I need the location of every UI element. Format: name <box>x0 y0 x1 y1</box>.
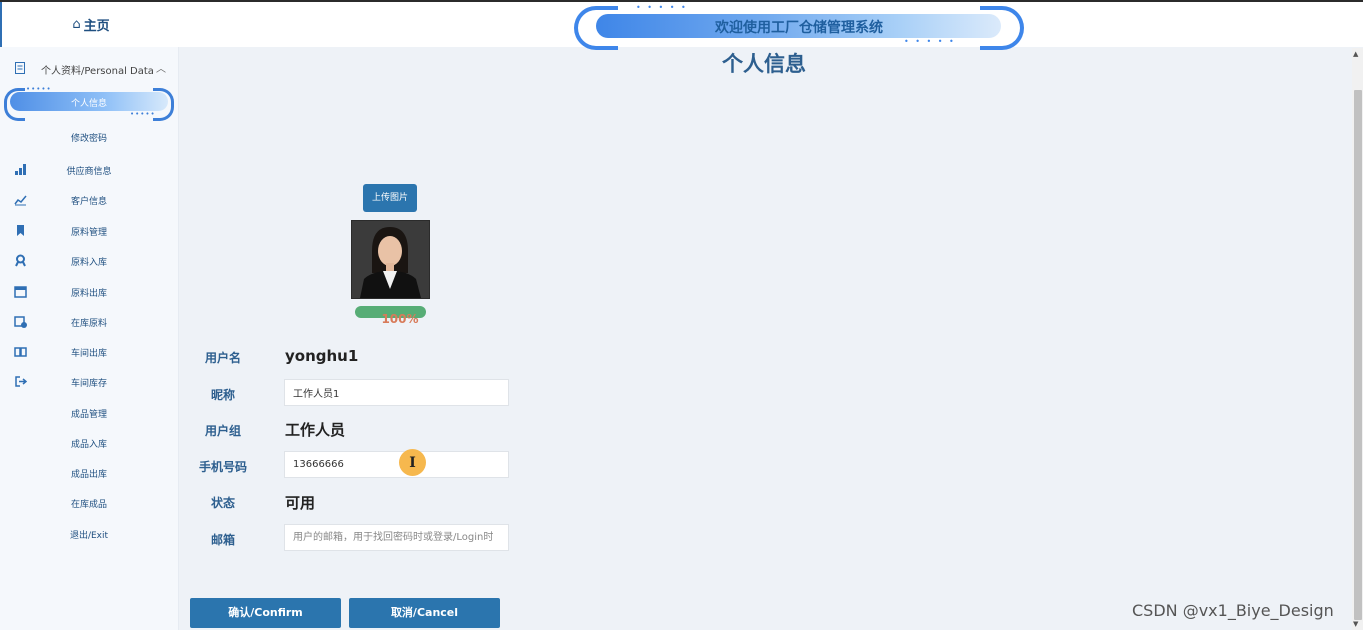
sidebar-item-product-out[interactable]: 成品出库 <box>0 463 178 483</box>
sidebar-item-change-password[interactable]: 修改密码 <box>0 127 178 147</box>
sidebar-item-label: 在库原料 <box>70 319 107 329</box>
sidebar-item-supplier[interactable]: 供应商信息 <box>0 160 178 180</box>
sidebar-item-label: 退出/Exit <box>69 531 109 541</box>
sidebar: ⌂ 主页 个人资料/Personal Data ︿ ••••• ••••• 个人… <box>0 2 180 630</box>
home-icon: ⌂ <box>72 17 81 32</box>
sidebar-item-product-in[interactable]: 成品入库 <box>0 433 178 453</box>
avatar <box>351 220 430 299</box>
upload-image-button[interactable]: 上传图片 <box>363 184 417 212</box>
sidebar-item-label: 成品出库 <box>70 470 107 480</box>
username-value: yonghu1 <box>285 347 359 365</box>
sidebar-item-label: 在库成品 <box>70 500 107 510</box>
user-group-label: 用户组 <box>204 424 241 438</box>
email-input[interactable] <box>284 524 509 551</box>
sidebar-item-label: 原料出库 <box>70 289 107 299</box>
sidebar-item-label: 供应商信息 <box>66 167 112 177</box>
scroll-down-arrow-icon[interactable]: ▼ <box>1353 620 1358 628</box>
phone-input[interactable] <box>284 451 509 478</box>
email-label: 邮箱 <box>210 533 235 547</box>
sidebar-item-material-stock[interactable]: 在库原料 <box>0 312 178 332</box>
sidebar-item-material-out[interactable]: 原料出库 <box>0 282 178 302</box>
sidebar-item-label: 个人信息 <box>70 99 107 109</box>
upload-progress-text: 100% <box>381 312 419 326</box>
sidebar-item-label: 车间出库 <box>70 349 107 359</box>
sidebar-item-label: 车间库存 <box>70 379 107 389</box>
phone-label: 手机号码 <box>198 460 247 474</box>
decor-dots: ••••• <box>130 110 156 118</box>
sidebar-item-customer[interactable]: 客户信息 <box>0 190 178 210</box>
scroll-up-arrow-icon[interactable]: ▲ <box>1353 50 1358 58</box>
sidebar-item-label: 成品管理 <box>70 410 107 420</box>
decor-dots: • • • • • <box>904 37 956 46</box>
status-value: 可用 <box>285 494 316 512</box>
sidebar-item-material[interactable]: 原料管理 <box>0 221 178 241</box>
sidebar-home-label: 主页 <box>83 19 110 34</box>
sidebar-item-product-stock[interactable]: 在库成品 <box>0 493 178 513</box>
cancel-button[interactable]: 取消/Cancel <box>349 598 500 628</box>
page-title: 个人信息 <box>722 52 806 76</box>
chevron-up-icon[interactable]: ︿ <box>156 60 166 75</box>
user-group-value: 工作人员 <box>285 421 346 439</box>
status-label: 状态 <box>210 496 235 510</box>
nickname-label: 昵称 <box>210 388 235 402</box>
confirm-button[interactable]: 确认/Confirm <box>190 598 341 628</box>
sidebar-item-workshop-out[interactable]: 车间出库 <box>0 342 178 362</box>
sidebar-group-label: 个人资料/Personal Data <box>41 66 154 77</box>
decor-dots: • • • • • <box>636 3 688 12</box>
sidebar-item-workshop-stock[interactable]: 车间库存 <box>0 372 178 392</box>
username-label: 用户名 <box>204 351 241 365</box>
sidebar-item-label: 成品入库 <box>70 440 107 450</box>
banner-title: 欢迎使用工厂仓储管理系统 <box>715 20 883 36</box>
sidebar-item-product[interactable]: 成品管理 <box>0 403 178 423</box>
watermark: CSDN @vx1_Biye_Design <box>1132 601 1334 620</box>
avatar-portrait <box>352 221 429 298</box>
sidebar-group-personal-data[interactable]: 个人资料/Personal Data ︿ <box>0 57 178 81</box>
document-icon <box>15 62 25 74</box>
sidebar-home[interactable]: ⌂ 主页 <box>0 2 180 47</box>
welcome-banner: • • • • • • • • • • 欢迎使用工厂仓储管理系统 <box>574 3 1024 50</box>
sidebar-item-label: 客户信息 <box>70 197 107 207</box>
header: • • • • • • • • • • 欢迎使用工厂仓储管理系统 <box>178 2 1363 50</box>
sidebar-item-label: 修改密码 <box>70 134 107 144</box>
decor-dots: ••••• <box>26 85 52 93</box>
text-cursor-icon: I <box>399 449 426 476</box>
sidebar-item-material-in[interactable]: 原料入库 <box>0 251 178 271</box>
sidebar-item-exit[interactable]: 退出/Exit <box>0 524 178 544</box>
sidebar-item-personal-info[interactable]: ••••• ••••• 个人信息 <box>4 85 174 121</box>
nickname-input[interactable] <box>284 379 509 406</box>
sidebar-item-label: 原料入库 <box>70 258 107 268</box>
scrollbar-thumb[interactable] <box>1354 90 1362 620</box>
sidebar-item-label: 原料管理 <box>70 228 107 238</box>
